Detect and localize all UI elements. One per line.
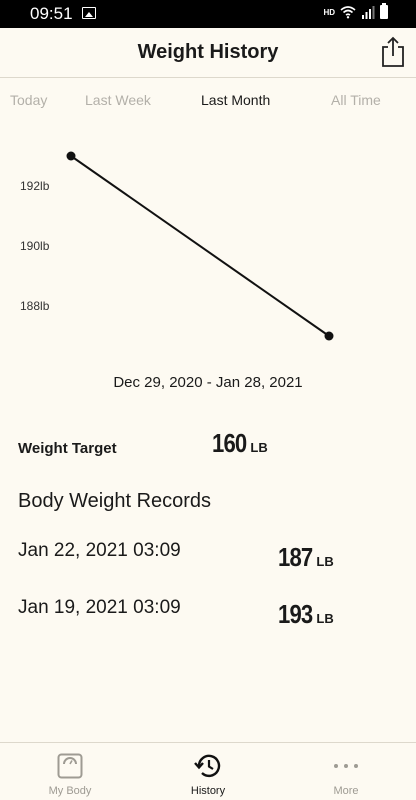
record-date: Jan 22, 2021 03:09 — [18, 540, 181, 561]
page-title: Weight History — [137, 41, 279, 63]
app-header: Weight History — [0, 28, 416, 78]
range-tabs: Today Last Week Last Month All Time — [0, 92, 416, 112]
weight-chart: 192lb 190lb 188lb — [20, 151, 334, 341]
weight-target-value: 160 LB — [212, 428, 268, 459]
battery-icon — [380, 3, 388, 19]
wifi-icon — [340, 6, 356, 19]
weight-series-line — [70, 155, 330, 337]
record-unit: LB — [316, 611, 334, 626]
weight-target-unit: LB — [250, 440, 268, 455]
history-icon — [194, 754, 221, 778]
bottom-nav: My Body History More — [0, 742, 416, 800]
nav-label: My Body — [48, 785, 92, 797]
records-title: Body Weight Records — [18, 490, 212, 512]
share-button[interactable] — [380, 36, 406, 68]
scale-icon — [57, 753, 83, 779]
record-row[interactable]: Jan 19, 2021 03:09 193 LB — [0, 597, 416, 637]
status-time: 09:51 — [30, 4, 73, 23]
weight-data-point[interactable] — [66, 151, 76, 161]
more-dots-icon — [334, 764, 358, 768]
record-weight: 187 — [278, 542, 313, 572]
nav-more[interactable]: More — [286, 743, 406, 800]
image-notification-icon — [82, 7, 96, 19]
record-value: 187 LB — [278, 542, 334, 573]
nav-history[interactable]: History — [148, 743, 268, 800]
date-range: Dec 29, 2020 - Jan 28, 2021 — [113, 374, 303, 391]
tab-today[interactable]: Today — [10, 92, 47, 108]
record-date: Jan 19, 2021 03:09 — [18, 597, 181, 618]
nav-my-body[interactable]: My Body — [10, 743, 130, 800]
y-tick-label: 190lb — [20, 239, 50, 253]
record-row[interactable]: Jan 22, 2021 03:09 187 LB — [0, 540, 416, 580]
tab-all-time[interactable]: All Time — [331, 92, 381, 108]
weight-data-point[interactable] — [324, 331, 334, 341]
record-value: 193 LB — [278, 599, 334, 630]
y-tick-label: 192lb — [20, 179, 50, 193]
tab-last-month[interactable]: Last Month — [201, 92, 270, 108]
y-tick-label: 188lb — [20, 299, 50, 313]
tab-last-week[interactable]: Last Week — [85, 92, 151, 108]
record-unit: LB — [316, 554, 334, 569]
nav-label: History — [190, 785, 226, 797]
status-bar: 09:51 HD — [0, 0, 416, 28]
record-weight: 193 — [278, 599, 313, 629]
network-type: HD — [323, 7, 335, 17]
share-icon — [382, 36, 404, 67]
weight-target-number: 160 — [212, 428, 247, 458]
status-icons: HD — [323, 3, 388, 19]
weight-target-label: Weight Target — [18, 440, 117, 457]
signal-icon — [362, 6, 375, 19]
nav-label: More — [333, 785, 359, 797]
